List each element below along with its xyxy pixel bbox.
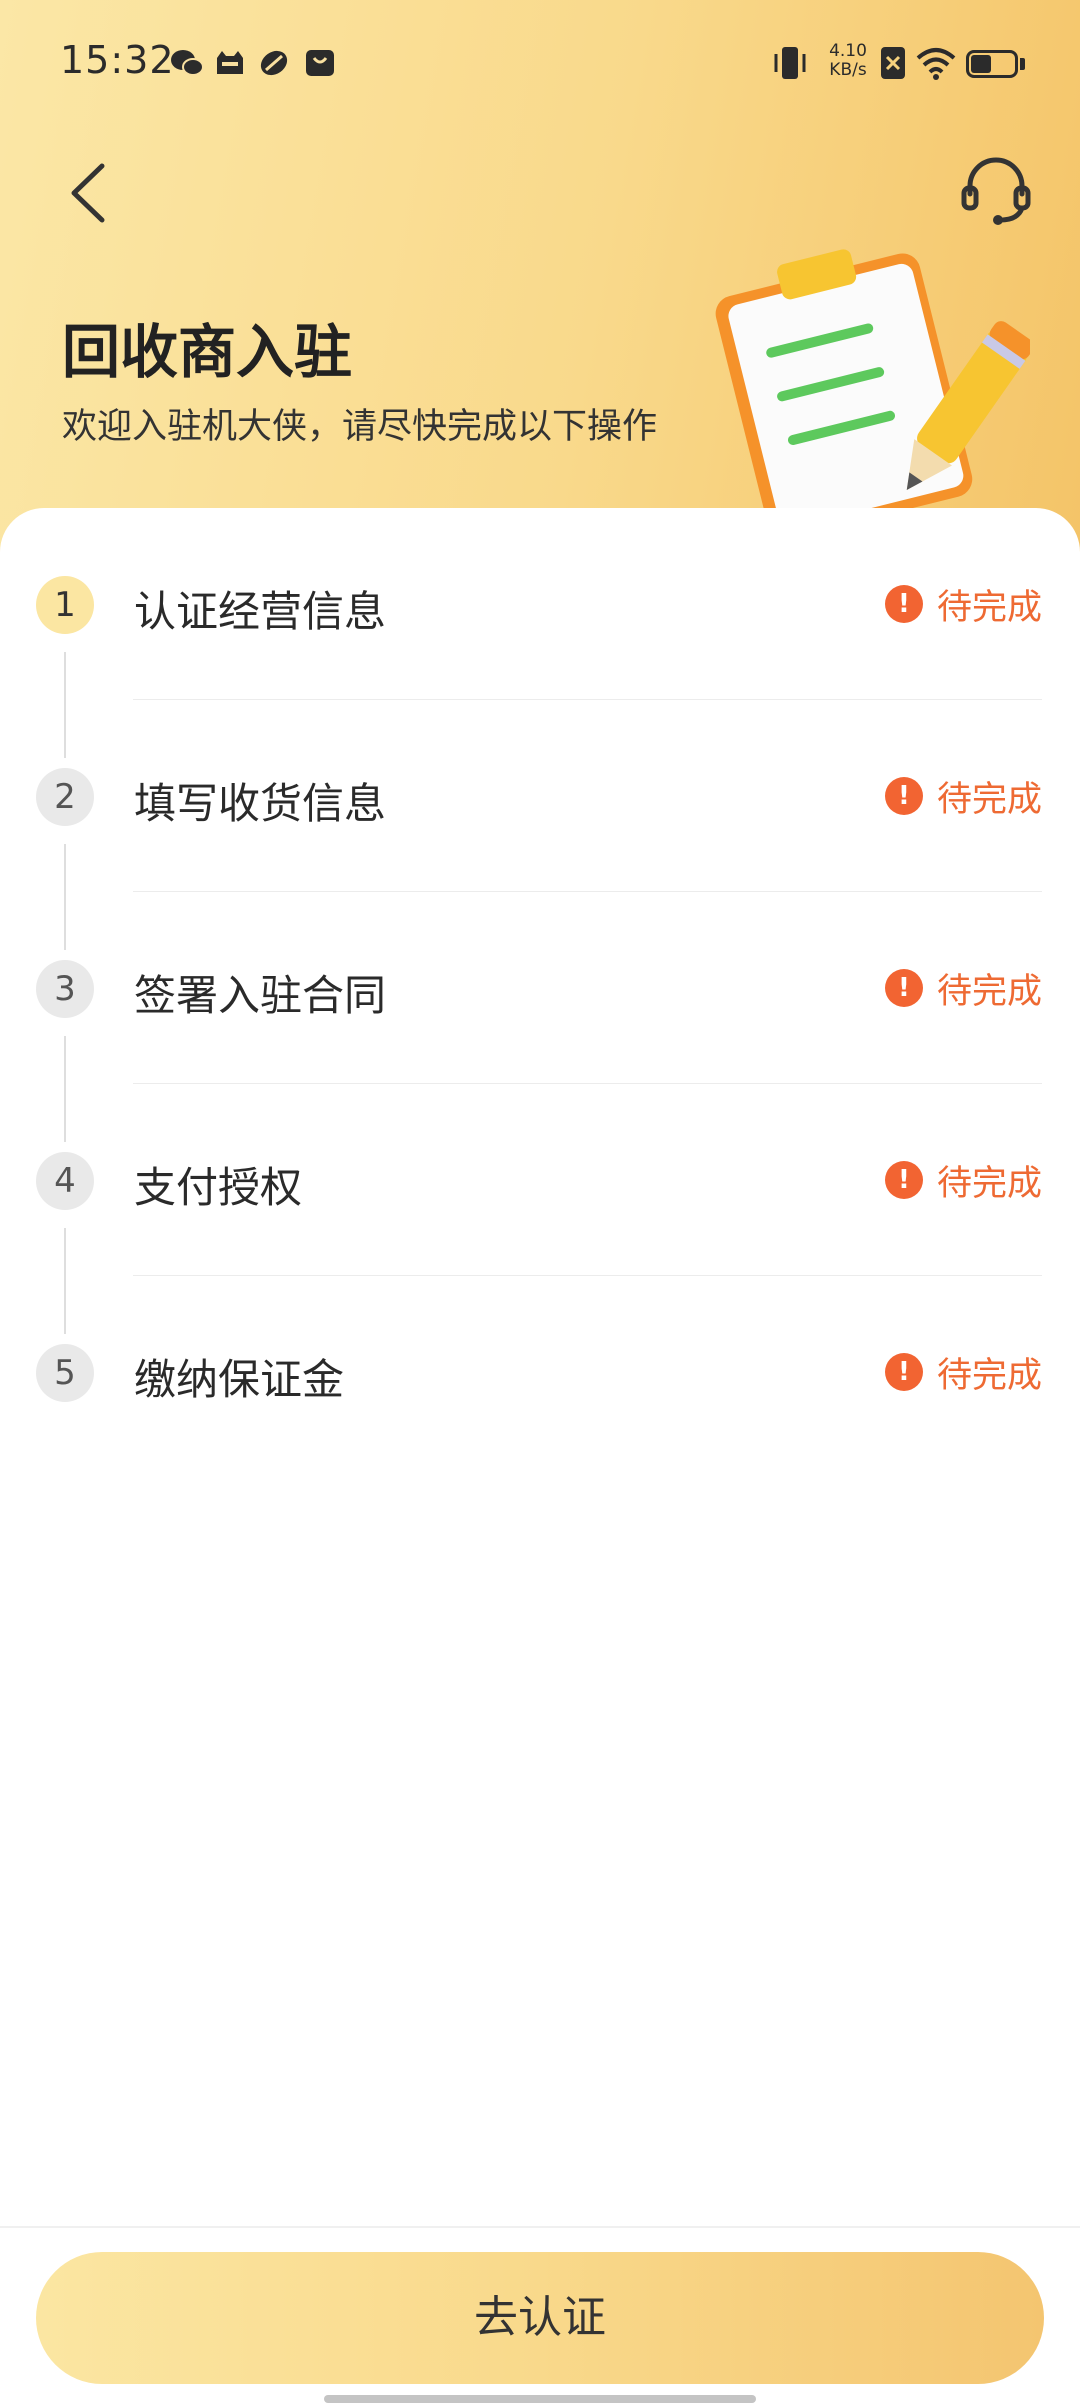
cat-app-icon	[217, 51, 243, 74]
battery-icon	[966, 50, 1018, 78]
step-label-4: 支付授权	[134, 1163, 303, 1212]
headset-icon	[961, 157, 1031, 225]
warning-icon: !	[884, 969, 923, 1007]
battery-level	[971, 55, 991, 73]
step-item-3[interactable]: 3 签署入驻合同 ! 待完成	[0, 892, 1080, 1142]
warning-icon: !	[884, 1353, 923, 1391]
go-verify-button[interactable]: 去认证	[36, 2252, 1044, 2384]
step-item-4[interactable]: 4 支付授权 ! 待完成	[0, 1084, 1080, 1334]
clipboard-pencil-illustration	[715, 249, 1030, 540]
status-text: 待完成	[936, 971, 1042, 1012]
step-label-5: 缴纳保证金	[134, 1355, 345, 1404]
step-number-5: 5	[36, 1344, 94, 1402]
status-bar: 15:32 4.10 KB/s	[0, 0, 1080, 128]
step-item-1[interactable]: 1 认证经营信息 ! 待完成	[0, 508, 1080, 758]
back-button[interactable]	[56, 158, 120, 228]
status-text: 待完成	[936, 1355, 1042, 1396]
vibrate-icon	[774, 47, 806, 79]
status-time: 15:32	[60, 38, 175, 82]
status-text: 待完成	[936, 1163, 1042, 1204]
battery-tip	[1020, 58, 1025, 70]
home-indicator[interactable]	[324, 2395, 756, 2403]
warning-icon: !	[884, 585, 923, 623]
step-status-5: ! 待完成	[884, 1348, 1042, 1396]
net-speed-value: 4.10	[829, 41, 867, 61]
wechat-icon	[171, 50, 204, 76]
step-label-2: 填写收货信息	[134, 779, 387, 828]
sim-off-icon	[881, 47, 905, 79]
step-status-4: ! 待完成	[884, 1156, 1042, 1204]
warning-icon: !	[884, 777, 923, 815]
shopping-bag-icon	[306, 50, 334, 76]
step-item-2[interactable]: 2 填写收货信息 ! 待完成	[0, 700, 1080, 950]
page-title: 回收商入驻	[62, 318, 353, 386]
wifi-icon	[916, 48, 956, 80]
chevron-left-icon	[71, 163, 105, 223]
status-text: 待完成	[936, 587, 1042, 628]
step-number-1: 1	[36, 576, 94, 634]
step-number-2: 2	[36, 768, 94, 826]
step-status-2: ! 待完成	[884, 772, 1042, 820]
link-app-icon	[260, 50, 288, 76]
customer-service-button[interactable]	[956, 150, 1036, 230]
net-speed: 4.10 KB/s	[820, 42, 876, 80]
status-text: 待完成	[936, 779, 1042, 820]
step-status-1: ! 待完成	[884, 580, 1042, 628]
steps-card: 1 认证经营信息 ! 待完成 2 填写收货信息 ! 待完成 3 签署入驻合同 !…	[0, 508, 1080, 2228]
bottom-divider	[0, 2226, 1080, 2228]
step-label-3: 签署入驻合同	[134, 971, 387, 1020]
step-item-5[interactable]: 5 缴纳保证金 ! 待完成	[0, 1276, 1080, 1468]
warning-icon: !	[884, 1161, 923, 1199]
step-label-1: 认证经营信息	[134, 587, 387, 636]
page-subtitle: 欢迎入驻机大侠，请尽快完成以下操作	[62, 407, 658, 447]
step-number-4: 4	[36, 1152, 94, 1210]
net-speed-unit: KB/s	[829, 60, 867, 80]
step-number-3: 3	[36, 960, 94, 1018]
step-status-3: ! 待完成	[884, 964, 1042, 1012]
